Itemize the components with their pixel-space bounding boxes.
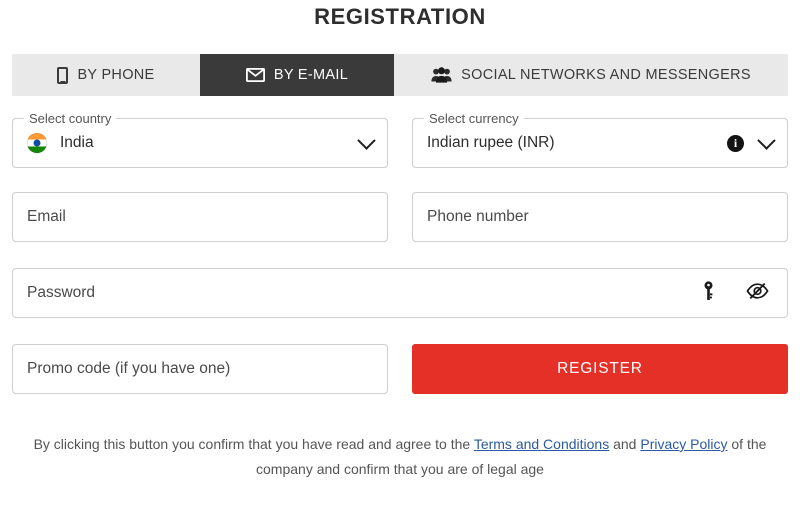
tab-social-networks-label: SOCIAL NETWORKS AND MESSENGERS xyxy=(461,67,751,83)
chevron-down-icon[interactable] xyxy=(357,130,376,150)
legal-disclaimer: By clicking this button you confirm that… xyxy=(26,432,774,482)
privacy-policy-link[interactable]: Privacy Policy xyxy=(640,436,727,452)
contact-row xyxy=(12,192,788,242)
promo-field-wrapper xyxy=(12,344,388,394)
tab-by-email-label: BY E-MAIL xyxy=(273,67,349,83)
email-input[interactable] xyxy=(27,208,373,226)
email-field-wrapper xyxy=(12,192,388,242)
currency-value: Indian rupee (INR) xyxy=(427,134,555,151)
people-group-icon xyxy=(431,67,452,83)
phone-field-wrapper xyxy=(412,192,788,242)
country-label: Select country xyxy=(24,111,117,126)
india-flag-icon xyxy=(27,133,47,153)
password-field[interactable] xyxy=(12,268,788,318)
selectors-row: Select country India Select currency Ind… xyxy=(12,111,788,168)
currency-field-wrapper: Select currency Indian rupee (INR) i xyxy=(412,111,788,168)
promo-input[interactable] xyxy=(27,360,373,378)
terms-and-conditions-link[interactable]: Terms and Conditions xyxy=(474,436,609,452)
currency-select[interactable]: Select currency Indian rupee (INR) i xyxy=(412,111,788,168)
country-value: India xyxy=(60,134,94,151)
phone-icon xyxy=(57,66,69,84)
eye-slash-icon[interactable] xyxy=(746,282,769,305)
promo-row: REGISTER xyxy=(12,344,788,394)
currency-trailing: i xyxy=(727,130,776,152)
chevron-down-icon[interactable] xyxy=(757,130,776,150)
phone-field[interactable] xyxy=(412,192,788,242)
currency-label: Select currency xyxy=(424,111,524,126)
register-button-wrapper: REGISTER xyxy=(412,344,788,394)
disclaimer-text-middle: and xyxy=(613,436,637,452)
register-button[interactable]: REGISTER xyxy=(412,344,788,394)
password-actions xyxy=(702,280,773,306)
key-icon[interactable] xyxy=(702,280,715,306)
tab-social-networks[interactable]: SOCIAL NETWORKS AND MESSENGERS xyxy=(394,54,788,96)
country-select[interactable]: Select country India xyxy=(12,111,388,168)
tab-by-phone-label: BY PHONE xyxy=(77,67,155,83)
disclaimer-text-before: By clicking this button you confirm that… xyxy=(33,436,471,452)
password-field-wrapper xyxy=(12,268,788,318)
envelope-icon xyxy=(245,68,265,82)
phone-input[interactable] xyxy=(427,208,773,226)
registration-page: REGISTRATION BY PHONE BY E-MAIL SOCIAL N… xyxy=(0,0,800,527)
country-trailing xyxy=(357,130,376,150)
registration-method-tabs: BY PHONE BY E-MAIL SOCIAL NETWORKS AND M… xyxy=(12,54,788,96)
tab-by-email[interactable]: BY E-MAIL xyxy=(200,54,394,96)
country-field-wrapper: Select country India xyxy=(12,111,388,168)
password-row xyxy=(12,268,788,318)
email-field[interactable] xyxy=(12,192,388,242)
promo-field[interactable] xyxy=(12,344,388,394)
page-title: REGISTRATION xyxy=(314,4,486,29)
info-icon[interactable]: i xyxy=(727,134,744,152)
password-input[interactable] xyxy=(27,284,702,302)
tab-by-phone[interactable]: BY PHONE xyxy=(12,54,200,96)
